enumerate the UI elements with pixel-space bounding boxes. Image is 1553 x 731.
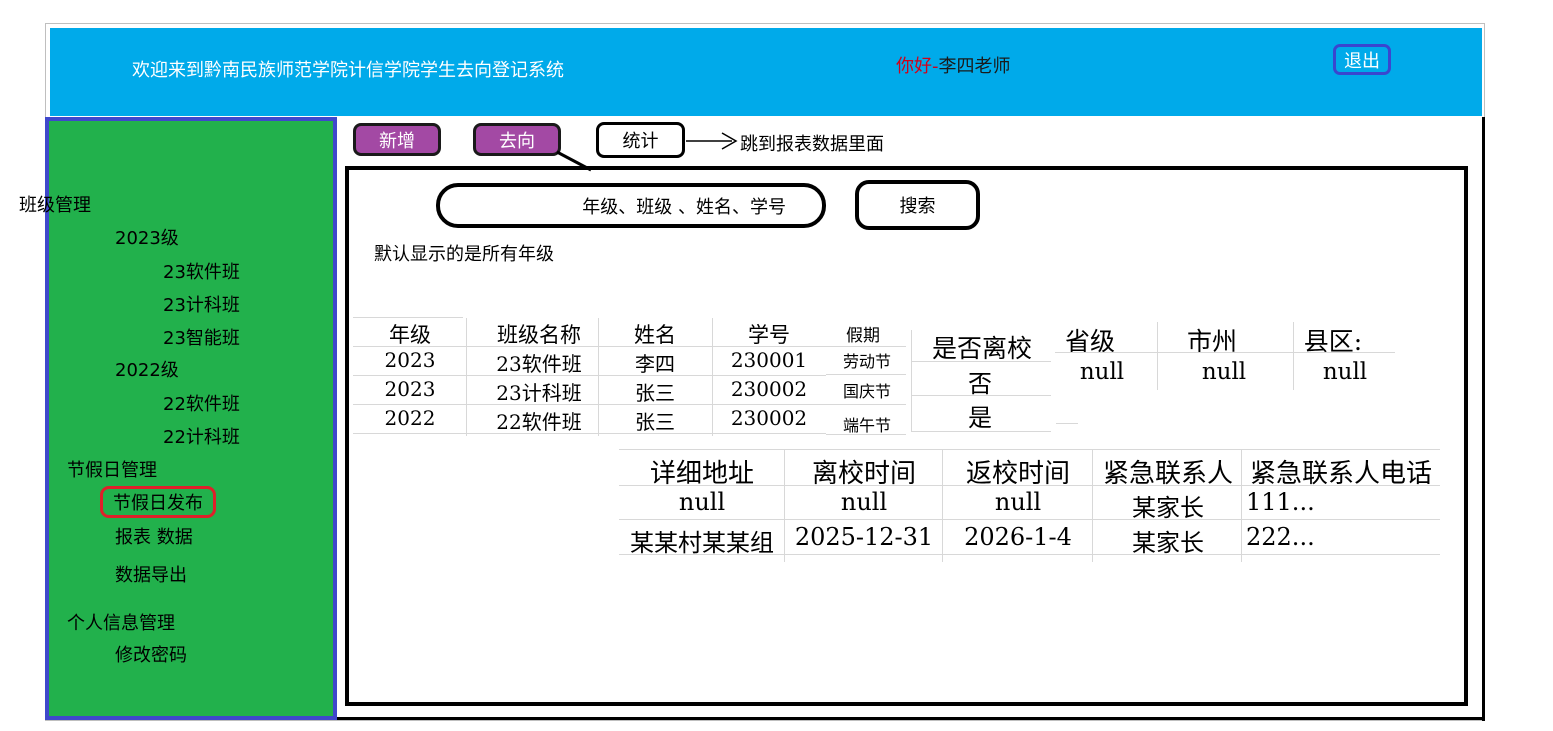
sidebar-item-holiday-publish[interactable]: 节假日发布 [100, 486, 216, 518]
detail-table-cell: null [678, 488, 726, 516]
sidebar-item-22-software[interactable]: 22软件班 [163, 390, 240, 416]
table-gridline [1056, 423, 1078, 424]
detail-table-cell: 某家长 [1132, 529, 1204, 557]
detail-table-cell: null [840, 488, 888, 516]
left-school-header: 是否离校 [931, 334, 1032, 363]
table-cell: 张三 [635, 410, 675, 434]
greeting-user: 李四老师 [938, 56, 1011, 77]
detail-table-cell: 222... [1246, 523, 1315, 551]
region-cell: null [1079, 359, 1125, 385]
holiday-cell: 端午节 [842, 416, 891, 435]
system-title: 欢迎来到黔南民族师范学院计信学院学生去向登记系统 [132, 60, 564, 81]
greeting-prefix: 你好- [896, 56, 939, 77]
table-gridline [353, 375, 826, 376]
table-gridline [712, 318, 713, 436]
table-gridline [1241, 450, 1242, 562]
sidebar-item-22-cs[interactable]: 22计科班 [163, 423, 240, 449]
detail-table-cell: 某家长 [1132, 494, 1204, 522]
holiday-cell: 国庆节 [842, 382, 891, 401]
table-gridline [826, 404, 906, 405]
table-cell: 230001 [730, 348, 808, 372]
table-cell: 2023 [384, 377, 436, 401]
table-gridline [619, 554, 1440, 555]
detail-table-cell: 111... [1246, 488, 1315, 516]
table-gridline [619, 485, 1440, 486]
arrow-right-icon [686, 132, 738, 150]
sidebar-item-grade-2023[interactable]: 2023级 [115, 224, 179, 250]
table-gridline [619, 519, 1440, 520]
table-cell: 22软件班 [496, 410, 582, 434]
left-school-cell: 是 [968, 404, 992, 432]
sidebar-item-holiday-management[interactable]: 节假日管理 [67, 456, 157, 482]
table-cell: 李四 [635, 352, 675, 376]
table-gridline [784, 450, 785, 562]
whereabouts-button[interactable]: 去向 [473, 123, 561, 156]
table-header: 班级名称 [497, 323, 581, 347]
table-header: 年级 [389, 323, 431, 347]
table-gridline [826, 346, 906, 347]
table-cell: 23计科班 [496, 381, 582, 405]
detail-table-cell: 2025-12-31 [794, 523, 934, 551]
table-gridline [911, 431, 1051, 432]
table-gridline [1055, 352, 1395, 353]
user-greeting: 你好-李四老师 [896, 52, 1011, 78]
holiday-header: 假期 [846, 326, 880, 346]
table-cell: 2023 [384, 348, 436, 372]
add-button[interactable]: 新增 [353, 123, 441, 156]
detail-table-cell: null [994, 488, 1042, 516]
table-gridline [1157, 322, 1158, 390]
stats-note: 跳到报表数据里面 [740, 134, 884, 155]
default-grade-note: 默认显示的是所有年级 [374, 244, 554, 265]
logout-button[interactable]: 退出 [1333, 44, 1391, 75]
table-gridline [619, 449, 1440, 450]
region-cell: null [1322, 359, 1368, 385]
table-cell: 230002 [730, 377, 808, 401]
table-gridline [911, 395, 1051, 396]
table-cell: 2022 [384, 406, 436, 430]
table-gridline [353, 404, 826, 405]
sidebar-item-personal-info[interactable]: 个人信息管理 [67, 609, 175, 635]
table-gridline [353, 433, 826, 434]
sidebar-item-class-management[interactable]: 班级管理 [19, 191, 91, 217]
holiday-cell: 劳动节 [842, 352, 891, 371]
table-cell: 230002 [730, 406, 808, 430]
table-header: 学号 [748, 323, 790, 347]
sidebar-item-data-export[interactable]: 数据导出 [115, 561, 187, 587]
table-cell: 张三 [635, 381, 675, 405]
sidebar-item-grade-2022[interactable]: 2022级 [115, 356, 179, 382]
table-gridline [826, 374, 906, 375]
detail-table-cell: 某某村某某组 [630, 529, 774, 557]
sidebar-item-change-password[interactable]: 修改密码 [115, 641, 187, 667]
left-school-cell: 否 [968, 370, 992, 398]
sidebar-item-23-ai[interactable]: 23智能班 [163, 324, 240, 350]
table-gridline [598, 318, 599, 436]
main-bottom-border [337, 717, 1485, 720]
table-gridline [466, 318, 467, 436]
table-gridline [942, 450, 943, 562]
stats-button[interactable]: 统计 [596, 122, 685, 158]
table-gridline [826, 434, 906, 435]
main-right-border [1482, 117, 1485, 721]
sidebar-item-report-data[interactable]: 报表 数据 [115, 523, 193, 549]
sidebar-item-23-cs[interactable]: 23计科班 [163, 291, 240, 317]
table-gridline [353, 317, 463, 318]
table-cell: 23软件班 [496, 352, 582, 376]
table-header: 姓名 [634, 323, 676, 347]
table-gridline [911, 330, 912, 432]
table-gridline [1092, 450, 1093, 562]
table-gridline [911, 361, 1051, 362]
sidebar-item-23-software[interactable]: 23软件班 [163, 258, 240, 284]
table-gridline [1293, 322, 1294, 390]
table-gridline [353, 346, 826, 347]
detail-table-cell: 2026-1-4 [964, 523, 1072, 551]
region-cell: null [1201, 359, 1247, 385]
search-input[interactable]: 年级、班级 、姓名、学号 [436, 183, 826, 228]
search-button[interactable]: 搜索 [855, 180, 980, 230]
top-header: 欢迎来到黔南民族师范学院计信学院学生去向登记系统 你好-李四老师 退出 [50, 28, 1482, 116]
